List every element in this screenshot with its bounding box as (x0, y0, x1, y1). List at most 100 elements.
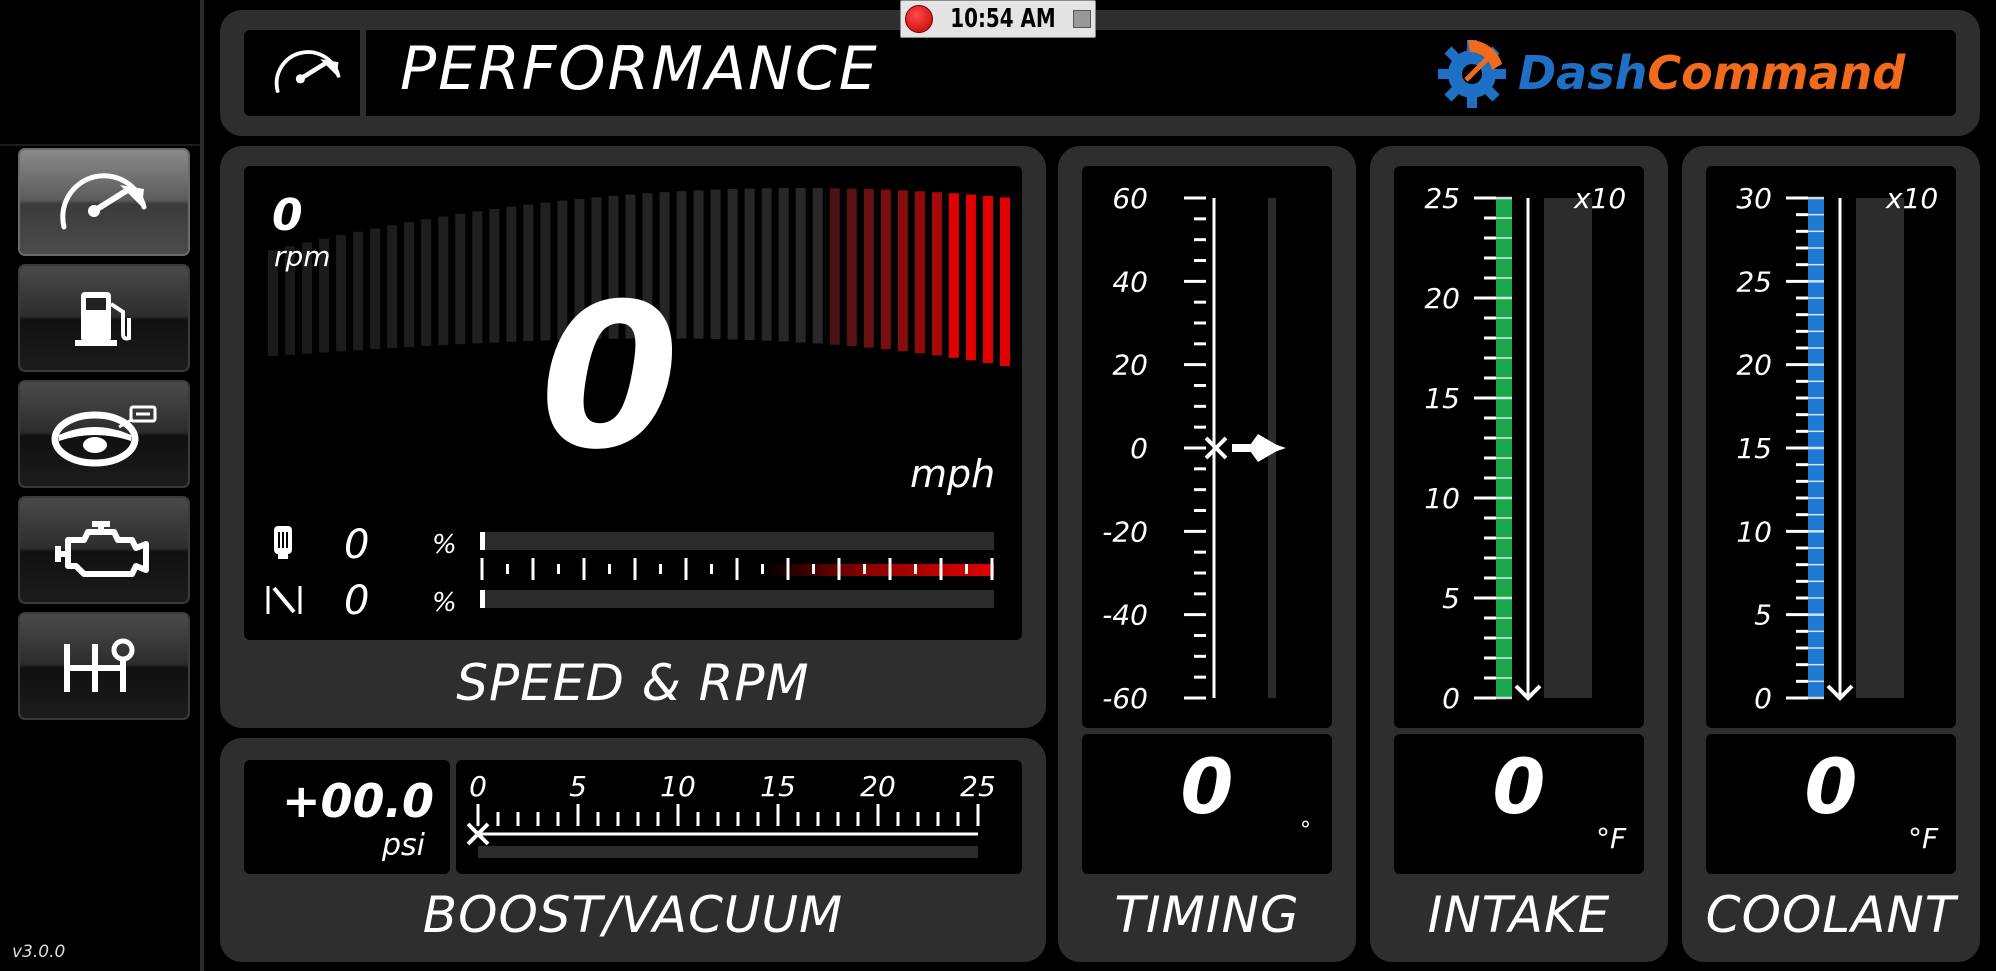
engine-icon (55, 521, 149, 577)
speedometer-icon (60, 173, 147, 230)
rpm-arc-segment (1000, 197, 1010, 366)
dashcommand-logo: DashCommand (1430, 36, 1940, 108)
rpm-arc-segment (965, 194, 976, 361)
version-label: v3.0.0 (12, 942, 66, 962)
timing-scale-label: -40 (1102, 599, 1148, 632)
rpm-arc-segment (931, 192, 942, 356)
coolant-scale-label: 15 (1736, 432, 1772, 465)
rpm-arc-segment (812, 188, 823, 344)
rpm-arc-segment (421, 219, 432, 347)
intake-scale-label: 0 (1442, 682, 1460, 715)
timing-needle-head (1248, 434, 1282, 462)
coolant-scale-label: 25 (1736, 265, 1772, 298)
intake-multiplier: x10 (1574, 182, 1627, 215)
gear-shifter-icon (64, 638, 135, 692)
nav-fuel-button[interactable] (18, 264, 190, 372)
timing-scale-label: 40 (1112, 265, 1148, 298)
rpm-arc-segment (761, 188, 772, 341)
timing-scale-label: 60 (1112, 182, 1148, 215)
timing-scale-label: 0 (1130, 432, 1148, 465)
coolant-multiplier: x10 (1886, 182, 1939, 215)
logo-command-text: Command (1647, 46, 1906, 100)
coolant-scale-label: 10 (1736, 515, 1772, 548)
rpm-arc-segment (897, 190, 908, 352)
coolant-scale: 30 25 20 15 10 5 0 (1736, 182, 1904, 715)
intake-scale-label: 10 (1424, 482, 1460, 515)
steering-wheel-icon (51, 405, 157, 467)
coolant-unit: °F (1908, 822, 1939, 855)
intake-scale-label: 20 (1424, 282, 1460, 315)
header-speedometer-icon (270, 44, 346, 104)
rpm-unit: rpm (274, 240, 331, 273)
timing-unit: ° (1300, 818, 1311, 843)
record-icon[interactable] (905, 5, 933, 33)
boost-scale: 0 5 10 15 20 25 (466, 770, 996, 858)
intake-level-bar (1496, 198, 1512, 698)
boost-scale-label: 25 (960, 770, 996, 803)
boost-scale-label: 10 (660, 770, 696, 803)
rpm-arc-segment (727, 189, 738, 340)
throttle-load-bars (480, 532, 994, 608)
throttle-unit: % (432, 530, 457, 560)
intake-scale-label: 25 (1424, 182, 1460, 215)
throttle-bar-track (480, 532, 994, 550)
logo-dash-text: Dash (1518, 46, 1648, 100)
throttle-bar-fill (480, 532, 485, 550)
intake-unit: °F (1596, 822, 1627, 855)
rpm-arc-segment (523, 204, 534, 342)
rpm-value: 0 (272, 190, 303, 241)
timing-zero-marker (1204, 436, 1228, 460)
boost-scale-label: 5 (569, 770, 587, 803)
nav-gearbox-button[interactable] (18, 612, 190, 720)
rpm-arc-segment (370, 228, 381, 350)
timing-title: TIMING (1114, 886, 1300, 944)
speed-unit: mph (910, 452, 996, 496)
timing-scale-label: -60 (1102, 682, 1148, 715)
sidebar-top-divider (0, 144, 200, 146)
rpm-arc-segment (506, 206, 517, 342)
rpm-arc-segment (489, 208, 500, 343)
intake-scale-label: 15 (1424, 382, 1460, 415)
coolant-scale-label: 30 (1736, 182, 1772, 215)
rpm-arc-segment (982, 195, 993, 364)
rpm-arc-segment (472, 211, 483, 344)
boost-scale-label: 0 (469, 770, 487, 803)
intake-value: 0 (1492, 742, 1546, 831)
nav-engine-button[interactable] (18, 496, 190, 604)
pedal-icon (274, 526, 292, 559)
intake-scale-label: 5 (1442, 582, 1460, 615)
timing-scale-label: 20 (1112, 349, 1148, 382)
load-value: 0 (344, 578, 370, 624)
intake-scale: 25 20 15 10 5 0 (1424, 182, 1592, 715)
rpm-arc-segment (914, 191, 925, 354)
rpm-arc-segment (948, 193, 959, 358)
timing-value: 0 (1180, 742, 1234, 831)
intake-track (1544, 198, 1592, 698)
rpm-arc-segment (455, 213, 466, 345)
load-bar-fill (480, 590, 485, 608)
page-title: PERFORMANCE (400, 34, 879, 104)
sidebar-divider (200, 0, 204, 971)
coolant-value: 0 (1804, 742, 1858, 831)
speed-value: 0 (540, 261, 680, 494)
rpm-arc-segment (353, 231, 364, 351)
status-clock: 10:54 AM (900, 0, 1096, 38)
rpm-arc-segment (778, 188, 789, 342)
rpm-arc-segment (744, 188, 755, 341)
coolant-title: COOLANT (1705, 886, 1957, 944)
speed-rpm-title: SPEED & RPM (456, 654, 810, 712)
header-separator (360, 30, 366, 116)
fuel-pump-icon (75, 292, 131, 346)
clock-time: 10:54 AM (950, 4, 1056, 34)
stop-icon[interactable] (1072, 10, 1091, 28)
rpm-arc-segment (795, 188, 806, 343)
throttle-value: 0 (344, 522, 370, 568)
rpm-arc-segment (829, 188, 840, 345)
boost-scale-label: 15 (760, 770, 796, 803)
nav-driving-button[interactable] (18, 380, 190, 488)
nav-performance-button[interactable] (18, 148, 190, 256)
throttle-body-icon (266, 586, 302, 614)
timing-scale-label: -20 (1102, 515, 1148, 548)
load-bar-track (480, 590, 994, 608)
boost-value: +00.0 (282, 774, 435, 828)
